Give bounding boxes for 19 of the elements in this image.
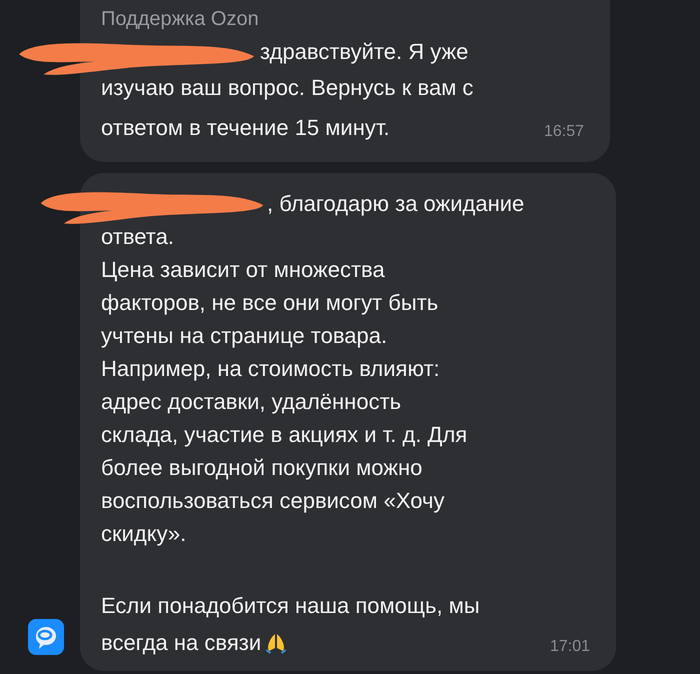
message-text: более выгодной покупки можно bbox=[101, 454, 422, 482]
sender-name: Поддержка Ozon bbox=[101, 7, 260, 32]
message-text: ответа. bbox=[101, 223, 174, 251]
message-text: ответом в течение 15 минут. bbox=[101, 114, 390, 142]
message-time: 16:57 bbox=[544, 122, 584, 142]
message-text: Например, на стоимость влияют: bbox=[101, 355, 440, 383]
message-text: факторов, не все они могут быть bbox=[101, 289, 438, 317]
message-text: изучаю ваш вопрос. Вернусь к вам с bbox=[101, 74, 474, 102]
message-text: воспользоваться сервисом «Хочу bbox=[101, 487, 445, 515]
message-text: всегда на связи bbox=[101, 629, 262, 657]
message-text: адрес доставки, удалённость bbox=[101, 388, 402, 416]
message-text: Цена зависит от множества bbox=[101, 256, 385, 284]
message-time: 17:01 bbox=[550, 637, 590, 657]
message-text: скидку». bbox=[101, 520, 186, 548]
message-text: склада, участие в акциях и т. д. Для bbox=[101, 421, 468, 449]
message-text: здравствуйте. Я уже bbox=[260, 38, 468, 66]
message-text: учтены на странице товара. bbox=[101, 322, 388, 350]
message-text: , благодарю за ожидание bbox=[267, 190, 524, 218]
message-text: Если понадобится наша помощь, мы bbox=[101, 592, 480, 620]
